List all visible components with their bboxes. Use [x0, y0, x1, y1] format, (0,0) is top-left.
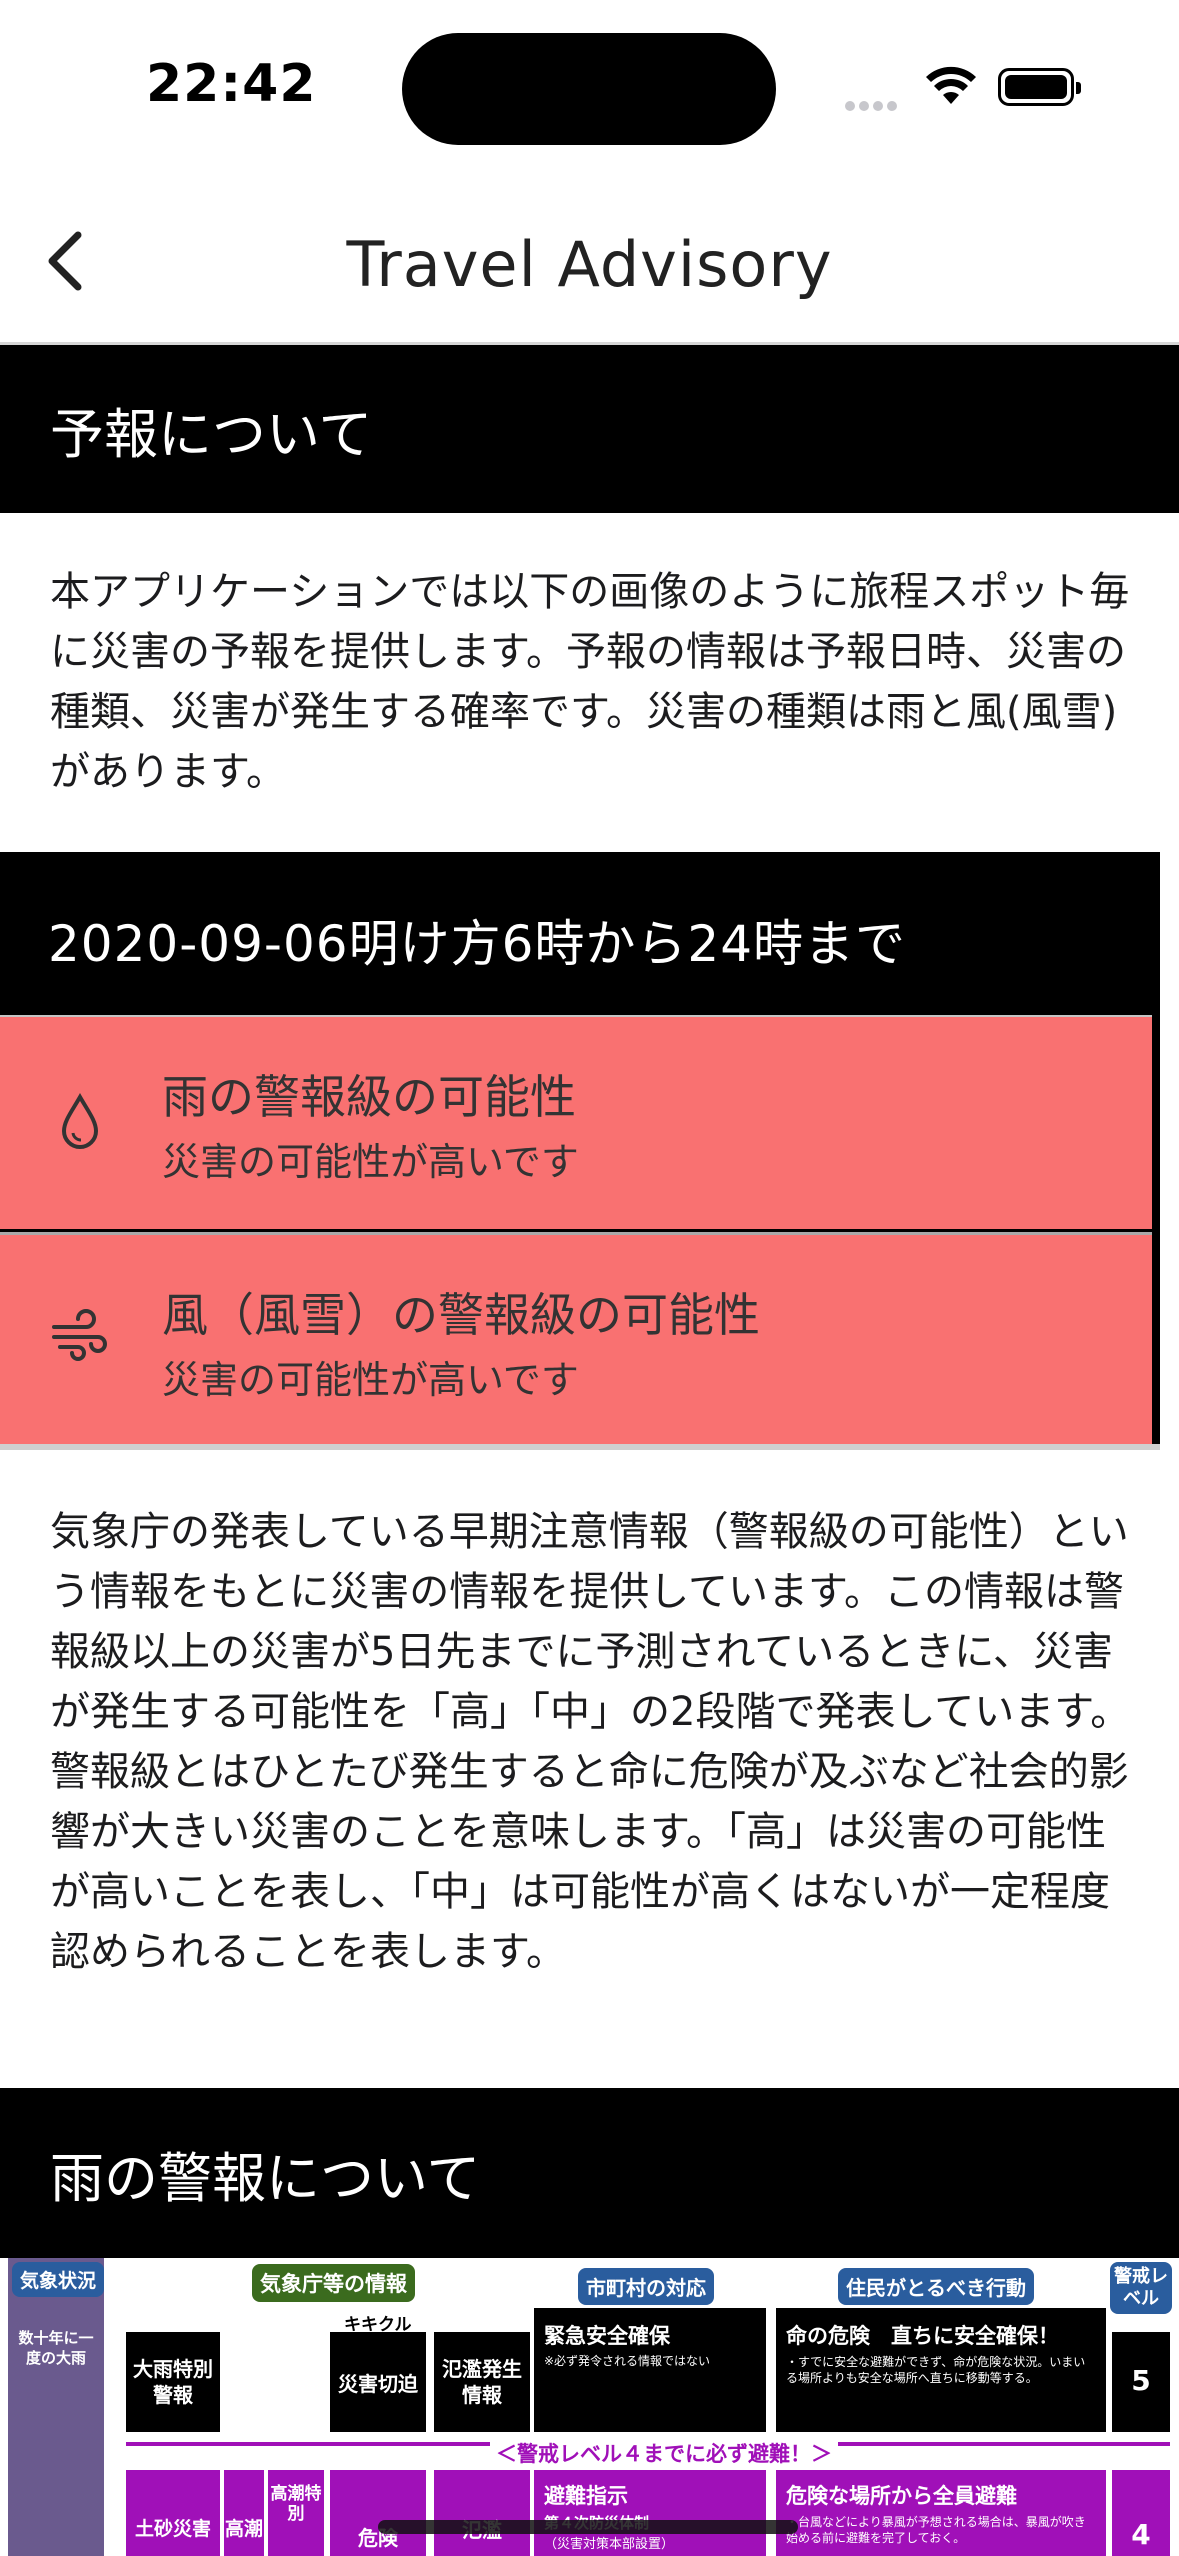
all-evacuate-box: 危険な場所から全員避難 ・台風などにより暴風が予想される場合は、暴風が吹き始める…: [776, 2470, 1106, 2556]
life-danger-title: 命の危険 直ちに安全確保！: [786, 2324, 1059, 2348]
wind-alert-row: 風（風雪）の警報級の可能性 災害の可能性が高いです: [0, 1232, 1152, 1444]
divider: [0, 1444, 1160, 1450]
wind-alert-title: 風（風雪）の警報級の可能性: [162, 1288, 760, 1342]
level-4-box: 4: [1112, 2470, 1170, 2556]
forecast-description: 本アプリケーションでは以下の画像のように旅程スポット毎に災害の予報を提供します。…: [50, 569, 1130, 795]
all-evacuate-title: 危険な場所から全員避難: [786, 2484, 1017, 2508]
emergency-safety-note: ※必ず発令される情報ではない: [544, 2354, 711, 2368]
section-header-rain-warning: 雨の警報について: [0, 2088, 1179, 2258]
weather-column-bar: [8, 2258, 104, 2556]
flood-info-box: 氾濫発生情報: [434, 2332, 530, 2432]
evacuation-order-sub2: （災害対策本部設置）: [544, 2537, 675, 2552]
rain-warning-level-chart: 気象状況 数十年に一度の大雨 気象庁等の情報 市町村の対応 住民がとるべき行動 …: [0, 2258, 1179, 2556]
life-danger-box: 命の危険 直ちに安全確保！ ・すでに安全な避難ができず、命が危険な状況。いまいる…: [776, 2308, 1106, 2432]
storm-surge-special-box: 高潮特別: [268, 2470, 324, 2556]
wind-icon: [52, 1309, 107, 1361]
jma-column-header: 気象庁等の情報: [252, 2264, 415, 2302]
emergency-safety-box: 緊急安全確保 ※必ず発令される情報ではない: [534, 2308, 766, 2432]
page-title: Travel Advisory: [346, 228, 833, 301]
status-bar: 22:42: [0, 0, 1179, 170]
evacuation-order-box: 避難指示 第４次防災体制 （災害対策本部設置）: [534, 2470, 766, 2556]
level-5-box: 5: [1112, 2332, 1170, 2432]
emergency-safety-title: 緊急安全確保: [544, 2324, 670, 2348]
wind-alert-subtitle: 災害の可能性が高いです: [162, 1358, 579, 1402]
status-time: 22:42: [146, 54, 317, 114]
danger-box: 危険: [330, 2470, 426, 2556]
landslide-box: 土砂災害: [126, 2470, 220, 2556]
navigation-bar: Travel Advisory: [0, 170, 1179, 345]
example-forecast-image: 2020-09-06明け方6時から24時まで 雨の警報級の可能性 災害の可能性が…: [0, 852, 1160, 1450]
cellular-signal-icon: [845, 96, 901, 115]
level-column-header: 警戒レベル: [1110, 2262, 1172, 2314]
evacuation-order-title: 避難指示: [544, 2484, 628, 2508]
example-forecast-date: 2020-09-06明け方6時から24時まで: [48, 915, 907, 973]
life-danger-note: ・すでに安全な避難ができず、命が危険な状況。いまいる場所よりも安全な場所へ直ちに…: [786, 2355, 1086, 2385]
disaster-imminent-box: 災害切迫: [330, 2332, 426, 2432]
raindrop-icon: [61, 1092, 99, 1149]
city-column-header: 市町村の対応: [578, 2268, 714, 2305]
home-indicator[interactable]: [378, 2520, 798, 2534]
weather-description: 数十年に一度の大雨: [18, 2329, 94, 2367]
flood-box: 氾濫: [434, 2470, 530, 2556]
resident-column-header: 住民がとるべき行動: [838, 2268, 1034, 2305]
section-header-forecast: 予報について: [0, 345, 1179, 513]
weather-column-header: 気象状況: [12, 2262, 105, 2297]
all-evacuate-note: ・台風などにより暴風が予想される場合は、暴風が吹き始める前に避難を完了しておく。: [786, 2515, 1086, 2545]
rain-alert-row: 雨の警報級の可能性 災害の可能性が高いです: [0, 1017, 1152, 1229]
storm-surge-box: 高潮: [224, 2470, 264, 2556]
evacuate-by-level-4-banner: ＜警戒レベル４までに必ず避難！＞: [490, 2438, 838, 2468]
wifi-icon: [924, 66, 978, 110]
rain-alert-title: 雨の警報級の可能性: [162, 1070, 576, 1124]
heavy-rain-special-warning: 大雨特別警報: [126, 2332, 220, 2432]
warning-level-description: 気象庁の発表している早期注意情報（警報級の可能性）という情報をもとに災害の情報を…: [50, 1509, 1131, 1975]
dynamic-island: [402, 33, 776, 145]
rain-alert-subtitle: 災害の可能性が高いです: [162, 1140, 579, 1184]
battery-icon: [998, 68, 1081, 106]
